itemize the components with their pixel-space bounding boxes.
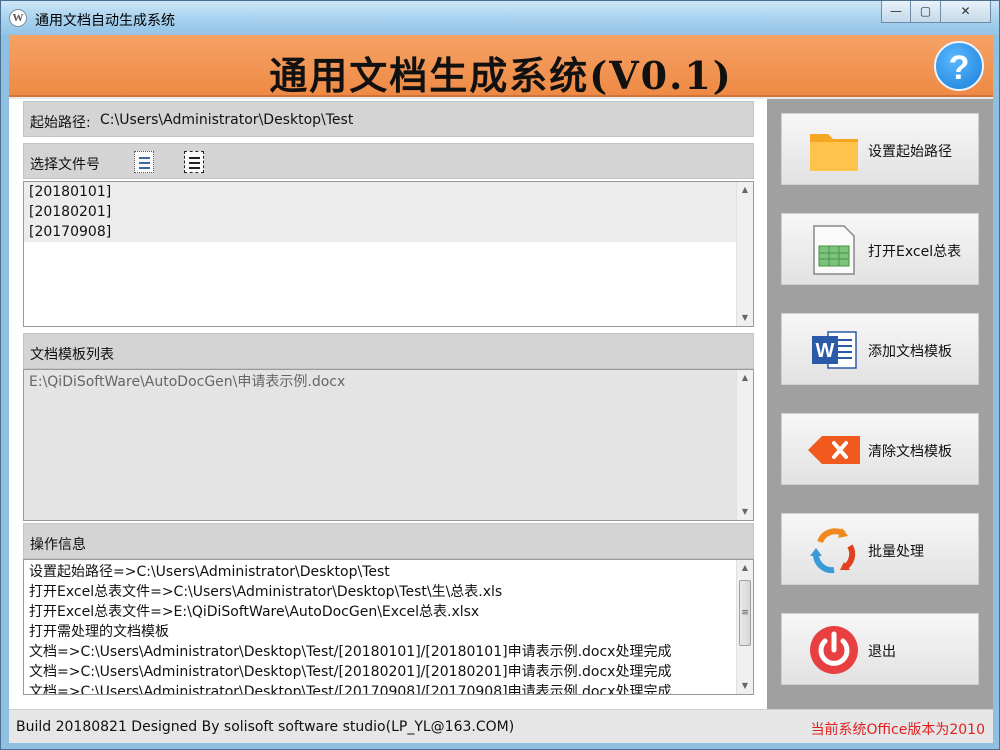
action-label: 添加文档模板 [868,344,952,360]
power-icon [810,626,858,674]
start-path-value: C:\Users\Administrator\Desktop\Test [100,112,354,128]
action-label: 退出 [868,644,896,660]
cycle-arrows-icon [810,528,856,574]
scroll-down-icon[interactable]: ▼ [737,310,753,326]
action-label: 批量处理 [868,544,924,560]
minimize-button[interactable]: — [881,1,911,23]
svg-text:W: W [816,340,835,362]
batch-process-button[interactable]: 批量处理 [781,513,979,585]
scroll-up-icon[interactable]: ▲ [737,182,753,198]
log-label: 操作信息 [30,537,86,553]
list-item[interactable]: [20180201] [24,202,753,222]
app-window: W 通用文档自动生成系统 — ▢ ✕ 通用文档生成系统(V0.1) ? 起始路径… [0,0,1000,750]
exit-button[interactable]: 退出 [781,613,979,685]
delete-icon [808,436,860,464]
folder-icon [810,134,858,171]
list-item[interactable]: [20170908] [24,222,753,242]
log-line: 打开需处理的文档模板 [29,624,169,640]
start-path-label: 起始路径: [30,115,91,131]
banner: 通用文档生成系统(V0.1) ? [9,35,993,98]
log-scrollbar[interactable]: ▲ ≡ ▼ [736,560,753,694]
client-area: 通用文档生成系统(V0.1) ? 起始路径: C:\Users\Administ… [9,35,993,743]
clear-templates-button[interactable]: 清除文档模板 [781,413,979,485]
template-list[interactable]: E:\QiDiSoftWare\AutoDocGen\申请表示例.docx ▲ … [23,369,754,521]
list-item[interactable]: E:\QiDiSoftWare\AutoDocGen\申请表示例.docx [24,372,753,392]
log-line: 文档=>C:\Users\Administrator\Desktop\Test/… [29,684,672,695]
add-template-button[interactable]: W 添加文档模板 [781,313,979,385]
invert-select-icon[interactable] [184,151,204,173]
status-bar: Build 20180821 Designed By solisoft soft… [9,709,993,743]
list-item[interactable]: [20180101] [24,182,753,202]
file-number-header: 选择文件号 [23,143,754,179]
action-label: 打开Excel总表 [868,244,962,260]
template-header: 文档模板列表 [23,333,754,369]
maximize-button[interactable]: ▢ [911,1,941,23]
window-title: 通用文档自动生成系统 [35,13,175,29]
scroll-up-icon[interactable]: ▲ [737,370,753,386]
title-bar[interactable]: W 通用文档自动生成系统 — ▢ ✕ [1,1,999,35]
left-panel: 起始路径: C:\Users\Administrator\Desktop\Tes… [9,99,767,709]
action-label: 清除文档模板 [868,444,952,460]
start-path-bar: 起始路径: C:\Users\Administrator\Desktop\Tes… [23,101,754,137]
template-label: 文档模板列表 [30,347,114,363]
file-number-list[interactable]: [20180101] [20180201] [20170908] ▲ ▼ [23,181,754,327]
file-number-label: 选择文件号 [30,157,100,173]
select-all-icon[interactable] [134,151,154,173]
log-line: 文档=>C:\Users\Administrator\Desktop\Test/… [29,664,672,680]
scroll-up-icon[interactable]: ▲ [737,560,753,576]
app-icon: W [9,9,27,27]
action-panel: 设置起始路径 打开Excel总表 W 添加文档模板 清除文档模板 批量处理 退出 [767,99,993,709]
word-icon: W [812,331,857,369]
log-line: 打开Excel总表文件=>E:\QiDiSoftWare\AutoDocGen\… [29,604,480,620]
action-label: 设置起始路径 [868,144,952,160]
scroll-down-icon[interactable]: ▼ [737,504,753,520]
log-line: 设置起始路径=>C:\Users\Administrator\Desktop\T… [29,564,390,580]
office-version: 当前系统Office版本为2010 [810,722,986,738]
scroll-down-icon[interactable]: ▼ [737,678,753,694]
log-header: 操作信息 [23,523,754,559]
set-start-path-button[interactable]: 设置起始路径 [781,113,979,185]
file-list-scrollbar[interactable]: ▲ ▼ [736,182,753,326]
window-controls: — ▢ ✕ [881,1,991,23]
template-list-scrollbar[interactable]: ▲ ▼ [736,370,753,520]
help-button[interactable]: ? [934,41,984,91]
banner-title: 通用文档生成系统(V0.1) [269,53,733,98]
spreadsheet-icon [813,225,855,275]
build-info: Build 20180821 Designed By solisoft soft… [16,719,515,735]
log-scroll-thumb[interactable]: ≡ [739,580,751,646]
open-excel-button[interactable]: 打开Excel总表 [781,213,979,285]
log-line: 打开Excel总表文件=>C:\Users\Administrator\Desk… [29,584,503,600]
log-list[interactable]: 设置起始路径=>C:\Users\Administrator\Desktop\T… [23,559,754,695]
close-button[interactable]: ✕ [941,1,991,23]
log-line: 文档=>C:\Users\Administrator\Desktop\Test/… [29,644,672,660]
